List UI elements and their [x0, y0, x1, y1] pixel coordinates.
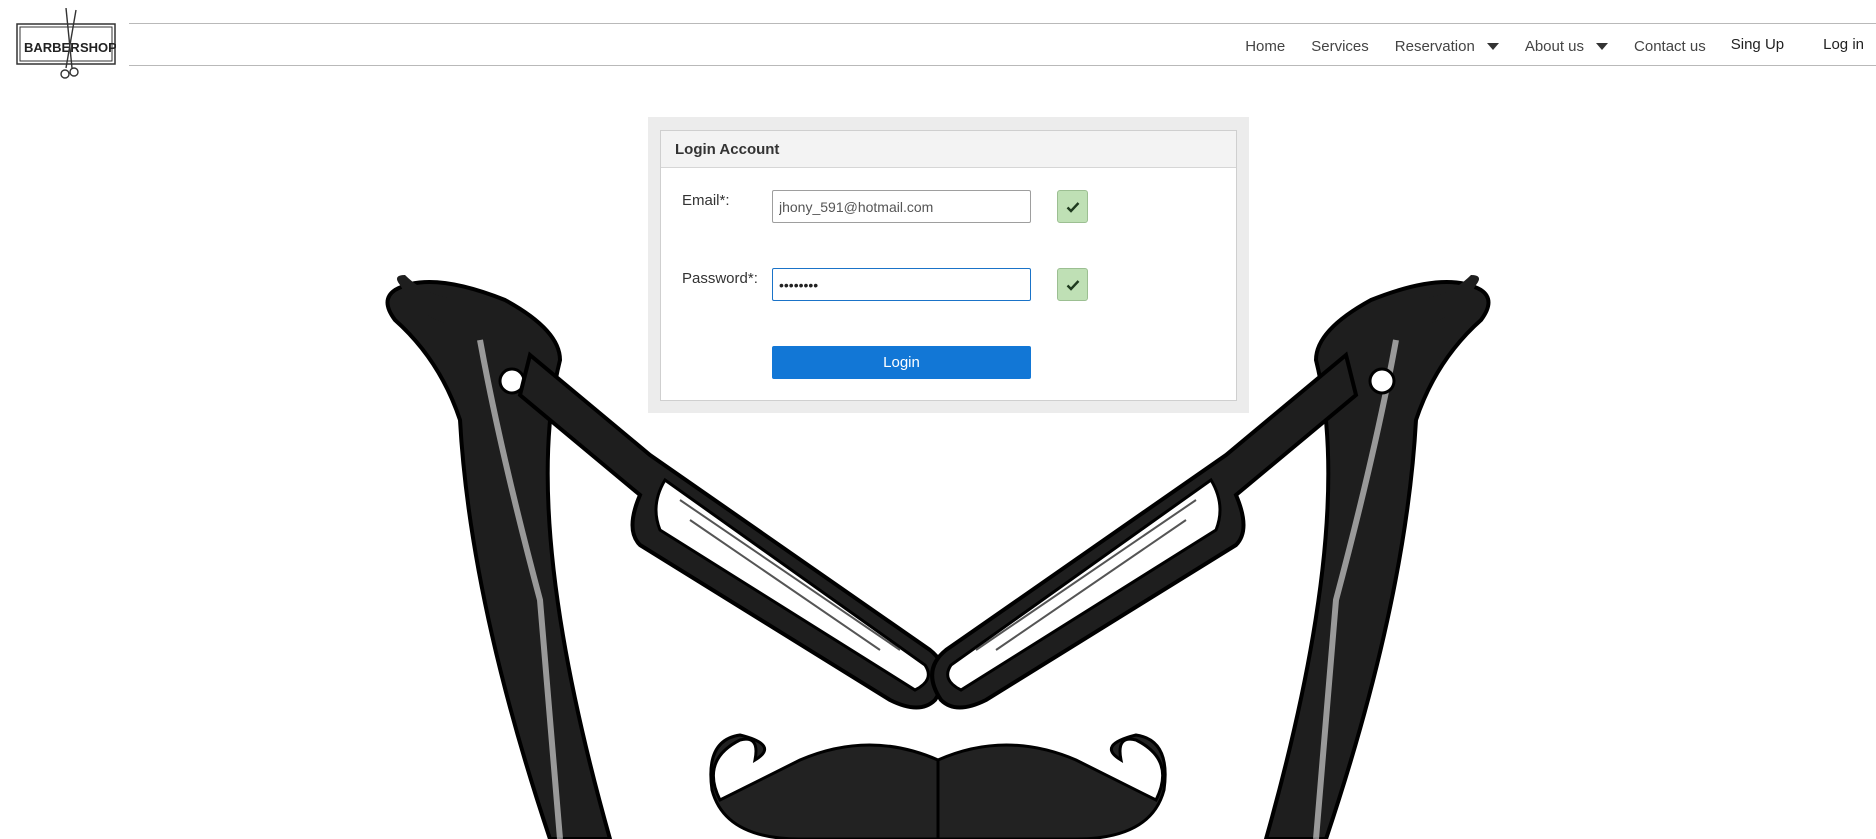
nav-about-label: About us — [1524, 38, 1585, 55]
check-icon — [1066, 279, 1079, 291]
logo-text-right: SHOP — [80, 40, 116, 55]
email-valid-button[interactable] — [1057, 190, 1088, 223]
email-field[interactable] — [772, 190, 1031, 223]
nav-login-label: Log in — [1823, 36, 1864, 53]
nav-home-label: Home — [1245, 38, 1286, 55]
nav-reservation[interactable]: Reservation — [1395, 38, 1499, 55]
nav-divider-bottom — [129, 65, 1876, 66]
nav-signup[interactable]: Sing Up — [1731, 36, 1784, 53]
logo-text-left: BARBER — [24, 40, 80, 55]
mustache-icon — [709, 733, 1167, 839]
caret-down-icon — [1486, 43, 1499, 50]
caret-down-icon — [1596, 43, 1609, 50]
password-field[interactable] — [772, 268, 1031, 301]
nav-contact-label: Contact us — [1634, 38, 1706, 55]
page: BARBER SHOP Home Services Reservation Ab… — [0, 0, 1876, 839]
barber-shop-logo[interactable]: BARBER SHOP — [16, 7, 117, 82]
login-panel-title: Login Account — [661, 131, 1236, 168]
check-icon — [1066, 201, 1079, 213]
nav-signup-label: Sing Up — [1730, 36, 1785, 53]
login-panel-frame: Login Account Email*: Password*: Login — [648, 117, 1249, 413]
main-nav: Home Services Reservation About us Conta… — [1232, 24, 1876, 65]
login-panel: Login Account Email*: Password*: Login — [660, 130, 1237, 401]
password-valid-button[interactable] — [1057, 268, 1088, 301]
nav-contact[interactable]: Contact us — [1634, 38, 1706, 55]
email-label: Email*: — [682, 192, 730, 209]
nav-about[interactable]: About us — [1524, 38, 1609, 55]
login-button[interactable]: Login — [772, 346, 1031, 379]
nav-services[interactable]: Services — [1311, 38, 1369, 55]
nav-services-label: Services — [1311, 38, 1369, 55]
nav-login[interactable]: Log in — [1823, 36, 1864, 53]
password-label: Password*: — [682, 270, 758, 287]
nav-reservation-label: Reservation — [1394, 38, 1475, 55]
nav-home[interactable]: Home — [1245, 38, 1285, 55]
